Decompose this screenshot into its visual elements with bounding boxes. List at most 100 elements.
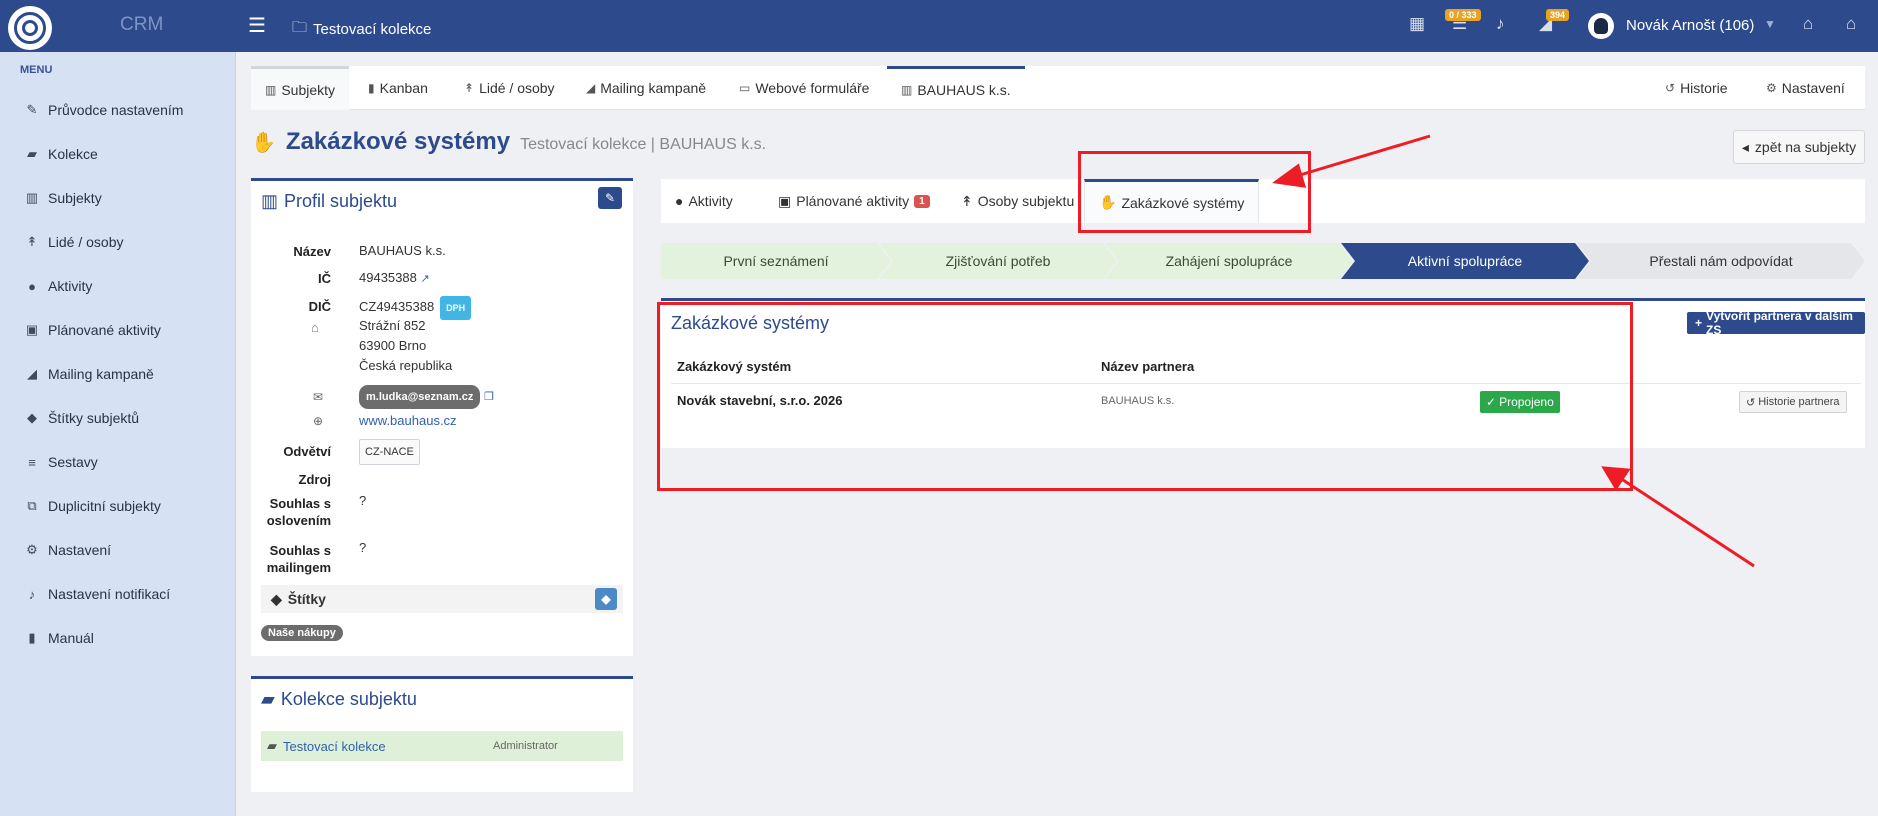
collection-role: Administrator — [493, 740, 558, 752]
tasks-badge: 0 / 333 — [1445, 9, 1481, 21]
calendar-icon[interactable]: ▦ — [1409, 14, 1425, 34]
value-ic[interactable]: 49435388 ↗ — [359, 268, 430, 289]
home-icon[interactable]: ⌂ — [1846, 14, 1856, 34]
collection-panel: ▰ Kolekce subjektu ▰ Testovací kolekce Ad… — [251, 676, 633, 792]
sidebar-item-aktivity[interactable]: ● Aktivity — [24, 272, 92, 300]
tab-mailing[interactable]: ◢ Mailing kampaně — [572, 66, 720, 110]
copy-icon[interactable]: ❐ — [484, 391, 494, 403]
page-subtitle: Testovací kolekce | BAUHAUS k.s. — [520, 136, 767, 153]
stage-zjistovani-potreb[interactable]: Zjišťování potřeb — [879, 243, 1117, 279]
partner-history-button[interactable]: ↺ Historie partnera — [1739, 391, 1847, 413]
sidebar-item-pruvodce[interactable]: ✎ Průvodce nastavením — [24, 96, 184, 124]
envelope-icon: ✉ — [313, 390, 324, 404]
breadcrumb-collection: Testovací kolekce — [313, 21, 432, 38]
value-odvetvi[interactable]: CZ-NACE — [359, 439, 420, 465]
tag-icon: ◆ — [601, 592, 611, 606]
sidebar-item-label: Subjekty — [48, 190, 102, 206]
count-badge: 1 — [914, 194, 930, 208]
tab-label: Nastavení — [1781, 80, 1845, 96]
main-tabs: ▥ Subjekty ▮ Kanban ↟ Lidé / osoby ◢ Mailing… — [251, 66, 1865, 110]
label-dic: DIČ — [308, 299, 331, 314]
sidebar-item-nastaveni[interactable]: ⚙ Nastavení — [24, 536, 111, 564]
sidebar-item-label: Mailing kampaně — [48, 366, 154, 382]
building-icon: ▥ — [901, 82, 913, 97]
tab-bauhaus[interactable]: ▥ BAUHAUS k.s. — [887, 66, 1025, 110]
collection-row[interactable]: ▰ Testovací kolekce Administrator — [261, 731, 623, 761]
sidebar-item-stitky[interactable]: ◆ Štítky subjektů — [24, 404, 139, 432]
collection-name[interactable]: Testovací kolekce — [283, 739, 386, 754]
user-name[interactable]: Novák Arnošt (106) — [1626, 17, 1754, 34]
chevron-down-icon[interactable]: ▼ — [1764, 17, 1776, 31]
target-logo-icon[interactable] — [8, 6, 52, 50]
sidebar-item-planovane[interactable]: ▣ Plánované aktivity — [24, 316, 161, 344]
sidebar-item-duplicitni[interactable]: ⧉ Duplicitní subjekty — [24, 492, 160, 520]
hamburger-menu-icon[interactable]: ☰ — [248, 13, 266, 38]
value-souhlas-mailing: ? — [359, 540, 367, 555]
email-pill: m.ludka@seznam.cz — [359, 385, 481, 409]
create-partner-button[interactable]: + Vytvořit partnera v dalším ZS — [1687, 309, 1865, 337]
sidebar-item-label: Sestavy — [48, 454, 98, 470]
pipeline-stages: První seznámení Zjišťování potřeb Zaháje… — [661, 243, 1865, 279]
tab-formulare[interactable]: ▭ Webové formuláře — [725, 66, 883, 110]
tab-aktivity[interactable]: ● Aktivity — [661, 179, 747, 223]
back-to-subjects-button[interactable]: ◂ zpět na subjekty — [1733, 130, 1865, 164]
tab-historie[interactable]: ↺ Historie — [1651, 66, 1742, 110]
tab-osoby-subjektu[interactable]: ↟ Osoby subjektu — [947, 179, 1088, 223]
sidebar: MENU ✎ Průvodce nastavením ▰ Kolekce ▥ Subj… — [0, 52, 236, 816]
institution-icon[interactable]: ⌂ — [1803, 14, 1813, 34]
edit-profile-button[interactable]: ✎ — [598, 187, 622, 209]
label-souhlas-mailing-1: Souhlas s — [269, 543, 331, 558]
folder-icon: ▰ — [27, 146, 37, 161]
stage-aktivni-spoluprace[interactable]: Aktivní spolupráce — [1341, 243, 1589, 279]
tab-lide[interactable]: ↟ Lidé / osoby — [450, 66, 569, 110]
sidebar-heading: MENU — [20, 64, 53, 76]
caret-left-icon: ◂ — [1741, 138, 1749, 155]
stage-prvni-seznameni[interactable]: První seznámení — [661, 243, 891, 279]
sidebar-item-notifikace[interactable]: ♪ Nastavení notifikací — [24, 580, 170, 608]
annotation-arrow-line — [1289, 134, 1431, 180]
nace-button[interactable]: CZ-NACE — [359, 439, 420, 465]
tab-nastaveni[interactable]: ⚙ Nastavení — [1752, 66, 1859, 110]
calendar-icon: ▣ — [778, 192, 792, 209]
home-icon: ⌂ — [311, 320, 319, 335]
tag-badge[interactable]: Naše nákupy — [261, 625, 343, 641]
tab-label: Osoby subjektu — [977, 193, 1075, 209]
folder-icon: 🗀 — [292, 19, 308, 36]
sidebar-item-mailing[interactable]: ◢ Mailing kampaně — [24, 360, 154, 388]
label-souhlas-osloveni-2: oslovením — [266, 513, 331, 528]
sidebar-item-manual[interactable]: ▮ Manuál — [24, 624, 94, 652]
tab-label: Kanban — [379, 80, 428, 96]
history-icon: ↺ — [1746, 396, 1756, 409]
calendar-icon: ▣ — [25, 322, 39, 337]
collection-title-text: Kolekce subjektu — [280, 689, 417, 709]
sidebar-item-label: Aktivity — [48, 278, 93, 294]
sidebar-item-lide[interactable]: ↟ Lidé / osoby — [24, 228, 124, 256]
add-tag-button[interactable]: ◆ — [595, 588, 617, 610]
book-icon: ▮ — [28, 630, 36, 645]
tab-subjekty[interactable]: ▥ Subjekty — [251, 66, 350, 110]
bell-icon[interactable]: ♪ — [1496, 14, 1505, 34]
sidebar-item-label: Plánované aktivity — [48, 322, 161, 338]
sidebar-item-subjekty[interactable]: ▥ Subjekty — [24, 184, 102, 212]
label-ic: IČ — [318, 271, 331, 286]
tab-planovane-aktivity[interactable]: ▣ Plánované aktivity 1 — [764, 179, 944, 223]
value-email[interactable]: m.ludka@seznam.cz ❐ — [359, 385, 494, 409]
building-icon: ▥ — [265, 82, 277, 97]
external-link-icon[interactable]: ↗ — [420, 273, 429, 285]
label-souhlas-mailing-2: mailingem — [266, 560, 331, 575]
person-icon: ↟ — [26, 234, 38, 249]
user-avatar[interactable] — [1588, 13, 1614, 39]
value-web[interactable]: www.bauhaus.cz — [359, 411, 457, 431]
label-nazev: Název — [293, 244, 331, 259]
sidebar-item-sestavy[interactable]: ≡ Sestavy — [24, 448, 98, 476]
breadcrumb[interactable]: 🗀 Testovací kolekce — [292, 17, 431, 42]
collection-title: ▰ Kolekce subjektu — [261, 689, 417, 710]
stage-zahajeni-spoluprace[interactable]: Zahájení spolupráce — [1105, 243, 1353, 279]
megaphone-icon: ◢ — [27, 366, 37, 381]
comments-icon: ● — [675, 193, 684, 209]
tab-kanban[interactable]: ▮ Kanban — [354, 66, 442, 110]
pencil-icon: ✎ — [604, 191, 616, 205]
stage-prestali-odpovidat[interactable]: Přestali nám odpovídat — [1577, 243, 1865, 279]
tags-section: ◆ Štítky ◆ — [261, 585, 623, 613]
sidebar-item-kolekce[interactable]: ▰ Kolekce — [24, 140, 98, 168]
